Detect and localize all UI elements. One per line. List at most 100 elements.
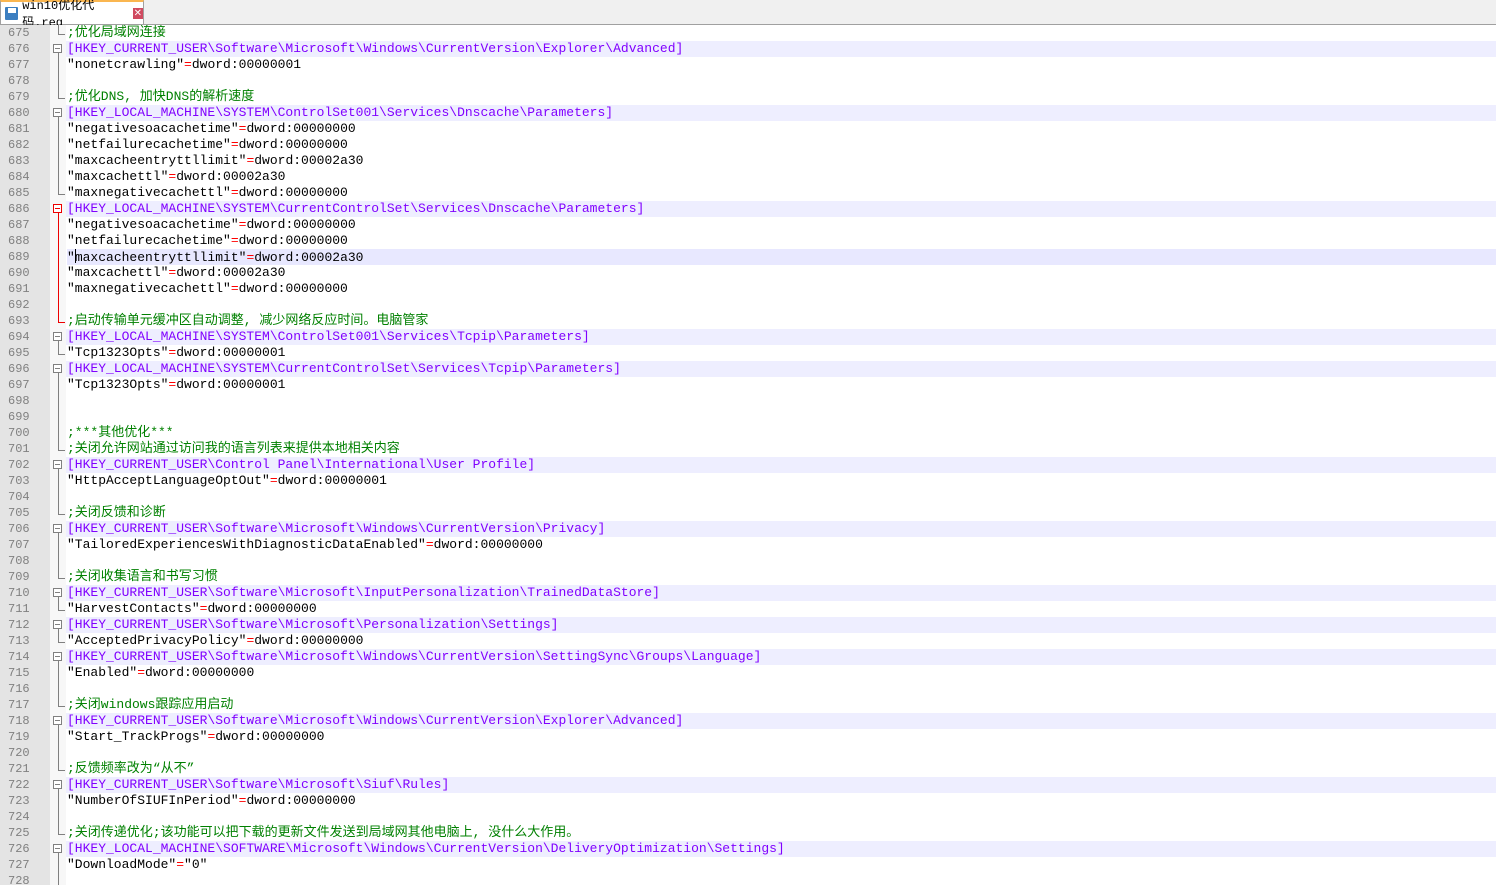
code-line[interactable]: 723 "NumberOfSIUFInPeriod"=dword:00000000 bbox=[0, 793, 1496, 809]
registry-value: "DownloadMode"="0" bbox=[67, 857, 1496, 873]
text-editor[interactable]: 675 ;优化局域网连接 676 [HKEY_CURRENT_USER\Softwar… bbox=[0, 25, 1496, 885]
code-line[interactable]: 726 [HKEY_LOCAL_MACHINE\SOFTWARE\Microsof… bbox=[0, 841, 1496, 857]
fold-line-marker bbox=[50, 665, 66, 681]
code-line[interactable]: 715 "Enabled"=dword:00000000 bbox=[0, 665, 1496, 681]
code-line[interactable]: 681 "negativesoacachetime"=dword:00000000 bbox=[0, 121, 1496, 137]
code-line[interactable]: 712 [HKEY_CURRENT_USER\Software\Microsoft… bbox=[0, 617, 1496, 633]
code-line[interactable]: 677 "nonetcrawling"=dword:00000001 bbox=[0, 57, 1496, 73]
tab-bar: win10优化代码.reg ✕ bbox=[0, 0, 1496, 30]
fold-line-marker bbox=[50, 73, 66, 89]
close-tab-icon[interactable]: ✕ bbox=[132, 7, 143, 19]
line-number: 702 bbox=[0, 457, 50, 473]
code-line[interactable]: 717 ;关闭windows跟踪应用启动 bbox=[0, 697, 1496, 713]
fold-collapse-icon[interactable] bbox=[50, 841, 66, 857]
value-data: dword:00000001 bbox=[191, 57, 302, 72]
line-number: 714 bbox=[0, 649, 50, 665]
code-line[interactable]: 689 "maxcacheentryttllimit"=dword:00002a3… bbox=[0, 249, 1496, 265]
fold-collapse-icon[interactable] bbox=[50, 649, 66, 665]
fold-collapse-icon[interactable] bbox=[50, 105, 66, 121]
code-line[interactable]: 720 bbox=[0, 745, 1496, 761]
code-line[interactable]: 705 ;关闭反馈和诊断 bbox=[0, 505, 1496, 521]
code-line[interactable]: 700 ;***其他优化*** bbox=[0, 425, 1496, 441]
tab-file[interactable]: win10优化代码.reg ✕ bbox=[0, 0, 144, 30]
code-line[interactable]: 714 [HKEY_CURRENT_USER\Software\Microsoft… bbox=[0, 649, 1496, 665]
code-line[interactable]: 719 "Start_TrackProgs"=dword:00000000 bbox=[0, 729, 1496, 745]
code-line[interactable]: 721 ;反馈频率改为“从不” bbox=[0, 761, 1496, 777]
code-line[interactable]: 679 ;优化DNS, 加快DNS的解析速度 bbox=[0, 89, 1496, 105]
fold-collapse-icon[interactable] bbox=[50, 777, 66, 793]
code-line[interactable]: 727 "DownloadMode"="0" bbox=[0, 857, 1496, 873]
registry-value: "Tcp1323Opts"=dword:00000001 bbox=[67, 377, 1496, 393]
code-line[interactable]: 698 bbox=[0, 393, 1496, 409]
code-line[interactable]: 722 [HKEY_CURRENT_USER\Software\Microsoft… bbox=[0, 777, 1496, 793]
code-line[interactable]: 685 "maxnegativecachettl"=dword:00000000 bbox=[0, 185, 1496, 201]
code-line[interactable]: 706 [HKEY_CURRENT_USER\Software\Microsoft… bbox=[0, 521, 1496, 537]
line-number: 715 bbox=[0, 665, 50, 681]
fold-line-marker bbox=[50, 57, 66, 73]
code-line[interactable]: 707 "TailoredExperiencesWithDiagnosticDat… bbox=[0, 537, 1496, 553]
code-line[interactable]: 708 bbox=[0, 553, 1496, 569]
code-line[interactable]: 696 [HKEY_LOCAL_MACHINE\SYSTEM\CurrentCon… bbox=[0, 361, 1496, 377]
fold-line-marker bbox=[50, 553, 66, 569]
fold-collapse-icon[interactable] bbox=[50, 457, 66, 473]
code-line[interactable]: 713 "AcceptedPrivacyPolicy"=dword:0000000… bbox=[0, 633, 1496, 649]
value-name: "maxnegativecachettl" bbox=[67, 185, 231, 200]
code-line[interactable]: 702 [HKEY_CURRENT_USER\Control Panel\Inte… bbox=[0, 457, 1496, 473]
fold-collapse-icon[interactable] bbox=[50, 201, 66, 217]
code-line[interactable]: 716 bbox=[0, 681, 1496, 697]
code-line[interactable]: 694 [HKEY_LOCAL_MACHINE\SYSTEM\ControlSet… bbox=[0, 329, 1496, 345]
line-number: 684 bbox=[0, 169, 50, 185]
fold-collapse-icon[interactable] bbox=[50, 521, 66, 537]
code-line[interactable]: 684 "maxcachettl"=dword:00002a30 bbox=[0, 169, 1496, 185]
code-line[interactable]: 725 ;关闭传递优化;该功能可以把下载的更新文件发送到局域网其他电脑上, 没什么… bbox=[0, 825, 1496, 841]
fold-end-marker bbox=[50, 441, 66, 457]
fold-collapse-icon[interactable] bbox=[50, 361, 66, 377]
code-line[interactable]: 695 "Tcp1323Opts"=dword:00000001 bbox=[0, 345, 1496, 361]
fold-collapse-icon[interactable] bbox=[50, 617, 66, 633]
code-line[interactable]: 680 [HKEY_LOCAL_MACHINE\SYSTEM\ControlSet… bbox=[0, 105, 1496, 121]
line-number: 700 bbox=[0, 425, 50, 441]
code-line[interactable]: 709 ;关闭收集语言和书写习惯 bbox=[0, 569, 1496, 585]
registry-value: "NumberOfSIUFInPeriod"=dword:00000000 bbox=[67, 793, 1496, 809]
line-number: 690 bbox=[0, 265, 50, 281]
registry-value: "TailoredExperiencesWithDiagnosticDataEn… bbox=[67, 537, 1496, 553]
code-line[interactable]: 675 ;优化局域网连接 bbox=[0, 25, 1496, 41]
fold-collapse-icon[interactable] bbox=[50, 713, 66, 729]
code-line[interactable]: 697 "Tcp1323Opts"=dword:00000001 bbox=[0, 377, 1496, 393]
value-name: "AcceptedPrivacyPolicy" bbox=[67, 633, 247, 648]
code-line[interactable]: 686 [HKEY_LOCAL_MACHINE\SYSTEM\CurrentCon… bbox=[0, 201, 1496, 217]
fold-collapse-icon[interactable] bbox=[50, 329, 66, 345]
code-line[interactable]: 699 bbox=[0, 409, 1496, 425]
code-line[interactable]: 693 ;启动传输单元缓冲区自动调整, 减少网络反应时间。电脑管家 bbox=[0, 313, 1496, 329]
code-line[interactable]: 703 "HttpAcceptLanguageOptOut"=dword:0000… bbox=[0, 473, 1496, 489]
code-line[interactable]: 691 "maxnegativecachettl"=dword:00000000 bbox=[0, 281, 1496, 297]
fold-collapse-icon[interactable] bbox=[50, 41, 66, 57]
value-name: "Enabled" bbox=[67, 665, 138, 680]
line-number: 717 bbox=[0, 697, 50, 713]
registry-value: "negativesoacachetime"=dword:00000000 bbox=[67, 121, 1496, 137]
code-line[interactable]: 682 "netfailurecachetime"=dword:00000000 bbox=[0, 137, 1496, 153]
code-line[interactable]: 711 "HarvestContacts"=dword:00000000 bbox=[0, 601, 1496, 617]
code-line[interactable]: 688 "netfailurecachetime"=dword:00000000 bbox=[0, 233, 1496, 249]
value-data: dword:00000000 bbox=[238, 233, 348, 248]
code-line[interactable]: 692 bbox=[0, 297, 1496, 313]
fold-collapse-icon[interactable] bbox=[50, 585, 66, 601]
registry-value: "AcceptedPrivacyPolicy"=dword:00000000 bbox=[67, 633, 1496, 649]
code-line[interactable]: 718 [HKEY_CURRENT_USER\Software\Microsoft… bbox=[0, 713, 1496, 729]
line-number: 713 bbox=[0, 633, 50, 649]
code-line[interactable]: 724 bbox=[0, 809, 1496, 825]
code-line[interactable]: 728 bbox=[0, 873, 1496, 885]
code-line[interactable]: 710 [HKEY_CURRENT_USER\Software\Microsoft… bbox=[0, 585, 1496, 601]
code-line[interactable]: 701 ;关闭允许网站通过访问我的语言列表来提供本地相关内容 bbox=[0, 441, 1496, 457]
registry-key: [HKEY_CURRENT_USER\Software\Microsoft\Wi… bbox=[66, 649, 1496, 665]
line-number: 701 bbox=[0, 441, 50, 457]
code-line[interactable]: 690 "maxcachettl"=dword:00002a30 bbox=[0, 265, 1496, 281]
code-line[interactable]: 704 bbox=[0, 489, 1496, 505]
code-line[interactable]: 678 bbox=[0, 73, 1496, 89]
code-line[interactable]: 683 "maxcacheentryttllimit"=dword:00002a3… bbox=[0, 153, 1496, 169]
code-line[interactable]: 676 [HKEY_CURRENT_USER\Software\Microsoft… bbox=[0, 41, 1496, 57]
value-name: "Start_TrackProgs" bbox=[67, 729, 208, 744]
code-line[interactable]: 687 "negativesoacachetime"=dword:00000000 bbox=[0, 217, 1496, 233]
fold-end-marker bbox=[50, 505, 66, 521]
